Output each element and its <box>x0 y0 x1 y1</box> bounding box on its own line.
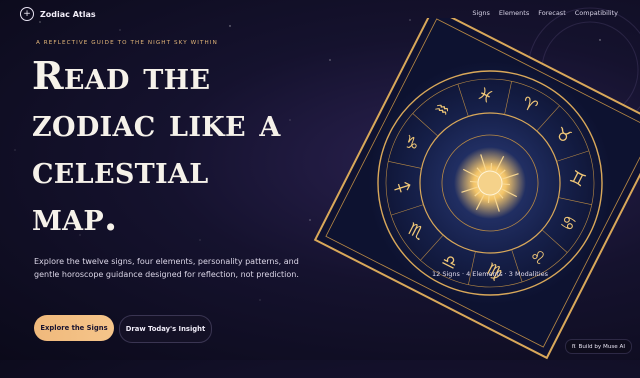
hero-eyebrow: A REFLECTIVE GUIDE TO THE NIGHT SKY WITH… <box>36 40 218 46</box>
pi-icon: π <box>571 343 576 350</box>
zodiac-stats-caption: 12 Signs · 4 Elements · 3 Modalities <box>432 270 549 278</box>
explore-signs-button[interactable]: Explore the Signs <box>34 315 114 341</box>
hero-description: Explore the twelve signs, four elements,… <box>34 257 299 279</box>
plus-logo-icon: + <box>20 7 34 21</box>
built-with-badge[interactable]: π Build by Muse AI <box>564 339 632 354</box>
badge-label: Build by Muse AI <box>578 343 625 350</box>
nav-link-compatibility[interactable]: Compatibility <box>575 9 618 17</box>
brand-name: Zodiac Atlas <box>40 9 96 19</box>
draw-insight-button[interactable]: Draw Today's Insight <box>119 315 212 343</box>
nav-link-forecast[interactable]: Forecast <box>538 9 566 17</box>
nav-links: Signs Elements Forecast Compatibility <box>472 9 618 17</box>
nav-link-elements[interactable]: Elements <box>499 9 529 17</box>
brand[interactable]: + Zodiac Atlas <box>20 7 96 21</box>
zodiac-wheel-illustration: ♈♉♊♋♌♍♎♏♐♑♒♓ <box>313 18 640 360</box>
nav-link-signs[interactable]: Signs <box>472 9 490 17</box>
